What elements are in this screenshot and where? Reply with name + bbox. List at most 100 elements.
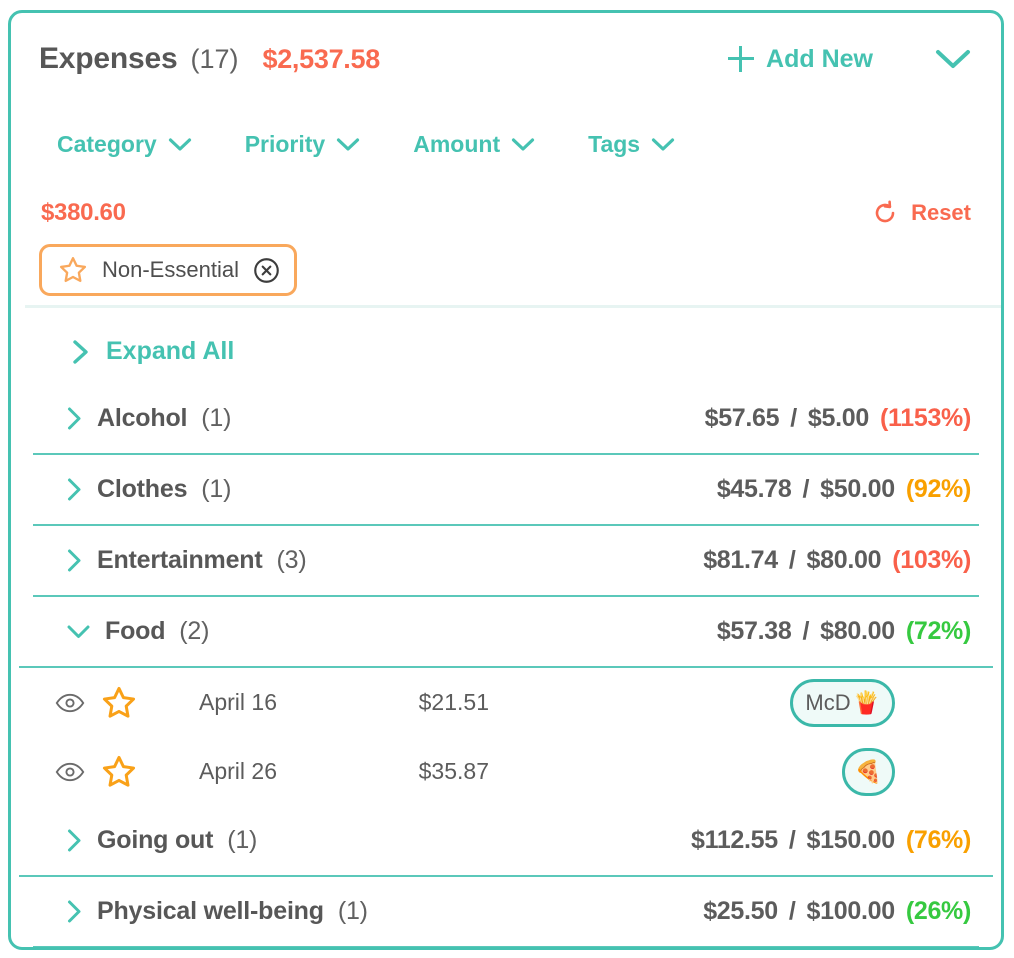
category-spent: $45.78: [716, 475, 792, 503]
category-count: (1): [337, 897, 368, 925]
category-toggle-physical-well-being[interactable]: Physical well-being (1): [66, 897, 368, 926]
category-separator: /: [802, 617, 810, 645]
category-name: Food: [105, 617, 166, 645]
chevron-right-icon: [68, 549, 81, 572]
filter-amount[interactable]: Amount: [413, 131, 535, 158]
category-percent: (76%): [905, 826, 971, 854]
star-outline-icon[interactable]: [101, 754, 141, 790]
category-amounts: $57.65 / $5.00 (1153%): [704, 404, 972, 433]
category-row-entertainment[interactable]: Entertainment (3) $81.74 / $80.00 (103%): [11, 526, 1001, 595]
expense-row[interactable]: April 16 $21.51 McD 🍟: [11, 668, 1001, 737]
category-spent: $57.65: [704, 404, 780, 432]
expense-date: April 26: [199, 758, 277, 784]
chevron-right-icon: [73, 339, 88, 364]
expense-amount: $35.87: [418, 758, 489, 784]
eye-icon[interactable]: [55, 762, 89, 782]
star-outline-icon: [59, 257, 87, 283]
expense-tags: 🍕: [842, 747, 895, 796]
category-toggle-going-out[interactable]: Going out (1): [66, 826, 257, 855]
category-budget: $100.00: [806, 897, 896, 925]
active-filter-chips: Non-Essential: [39, 244, 297, 296]
grand-total: $2,537.58: [262, 43, 381, 74]
category-name: Alcohol: [97, 404, 188, 432]
category-separator: /: [802, 475, 810, 503]
expense-amount: $21.51: [418, 689, 489, 715]
star-outline-icon[interactable]: [101, 685, 141, 721]
expense-row[interactable]: April 26 $35.87 🍕: [11, 737, 1001, 806]
category-count: (1): [201, 404, 232, 432]
category-count: (3): [276, 546, 307, 574]
category-separator: /: [788, 826, 796, 854]
expand-all-label: Expand All: [106, 337, 235, 365]
category-spent: $81.74: [703, 546, 778, 574]
chevron-down-icon: [651, 138, 675, 151]
chevron-right-icon: [68, 478, 81, 501]
reset-label: Reset: [911, 200, 971, 225]
category-percent: (92%): [905, 475, 971, 503]
filter-tags[interactable]: Tags: [588, 131, 675, 158]
filtered-total: $380.60: [41, 199, 126, 226]
category-toggle-alcohol[interactable]: Alcohol (1): [66, 404, 231, 433]
subtotal-row: $380.60 Reset: [11, 193, 1001, 233]
filter-category-label: Category: [57, 131, 157, 157]
filter-chip-label: Non-Essential: [102, 257, 239, 282]
category-amounts: $45.78 / $50.00 (92%): [717, 475, 971, 504]
add-new-label: Add New: [766, 44, 873, 73]
category-separator: /: [790, 404, 797, 432]
category-count: (1): [201, 475, 232, 503]
filter-chip-non-essential[interactable]: Non-Essential: [39, 244, 297, 296]
fries-icon: 🍟: [852, 689, 880, 715]
filter-tags-label: Tags: [588, 131, 641, 157]
category-divider: [33, 946, 979, 947]
eye-icon[interactable]: [55, 693, 89, 713]
category-row-alcohol[interactable]: Alcohol (1) $57.65 / $5.00 (1153%): [11, 384, 1001, 453]
expense-tag[interactable]: McD 🍟: [790, 678, 895, 727]
filter-amount-label: Amount: [413, 131, 501, 157]
expense-tag-label: McD: [805, 689, 851, 715]
category-budget: $50.00: [820, 475, 895, 503]
header-actions: Add New: [728, 45, 971, 74]
add-new-button[interactable]: Add New: [728, 45, 873, 74]
category-row-food[interactable]: Food (2) $57.38 / $80.00 (72%): [11, 597, 1001, 666]
category-budget: $80.00: [806, 546, 882, 574]
chevron-right-icon: [68, 829, 81, 852]
close-circle-icon[interactable]: [253, 257, 280, 284]
refresh-ccw-icon: [875, 200, 895, 223]
chevron-right-icon: [68, 900, 81, 923]
chevron-down-icon: [168, 138, 191, 151]
expand-all-button[interactable]: Expand All: [11, 319, 1001, 384]
expense-count: (17): [190, 43, 239, 74]
page-title: Expenses: [39, 42, 178, 75]
plus-icon: [728, 46, 755, 72]
filters-divider: [25, 305, 1001, 308]
collapse-card-chevron-down-icon[interactable]: [935, 48, 971, 70]
filter-priority[interactable]: Priority: [245, 131, 361, 158]
filter-category[interactable]: Category: [57, 131, 192, 158]
category-name: Physical well-being: [97, 897, 324, 925]
chevron-down-icon: [337, 138, 360, 151]
category-percent: (72%): [905, 617, 971, 645]
category-toggle-entertainment[interactable]: Entertainment (3): [66, 546, 307, 575]
expenses-app: Expenses (17) $2,537.58 Add New Category: [0, 0, 1014, 958]
category-budget: $5.00: [807, 404, 869, 432]
reset-button[interactable]: Reset: [872, 200, 971, 226]
category-amounts: $112.55 / $150.00 (76%): [691, 826, 971, 855]
expenses-card: Expenses (17) $2,537.58 Add New Category: [8, 10, 1004, 950]
category-name: Entertainment: [97, 546, 263, 574]
category-row-clothes[interactable]: Clothes (1) $45.78 / $50.00 (92%): [11, 455, 1001, 524]
category-row-going-out[interactable]: Going out (1) $112.55 / $150.00 (76%): [11, 806, 1001, 875]
category-toggle-food[interactable]: Food (2): [66, 617, 209, 646]
expense-tag[interactable]: 🍕: [842, 747, 895, 796]
category-spent: $57.38: [716, 617, 792, 645]
pizza-icon: 🍕: [854, 758, 883, 784]
category-percent: (1153%): [879, 404, 971, 432]
category-percent: (103%): [892, 546, 971, 574]
category-toggle-clothes[interactable]: Clothes (1): [66, 475, 231, 504]
expense-date: April 16: [199, 689, 277, 715]
category-row-physical-well-being[interactable]: Physical well-being (1) $25.50 / $100.00…: [11, 877, 1001, 946]
filter-priority-label: Priority: [244, 131, 326, 157]
card-header: Expenses (17) $2,537.58 Add New: [11, 13, 1001, 105]
category-amounts: $57.38 / $80.00 (72%): [717, 617, 971, 646]
category-amounts: $25.50 / $100.00 (26%): [703, 897, 971, 926]
category-spent: $112.55: [690, 826, 778, 854]
